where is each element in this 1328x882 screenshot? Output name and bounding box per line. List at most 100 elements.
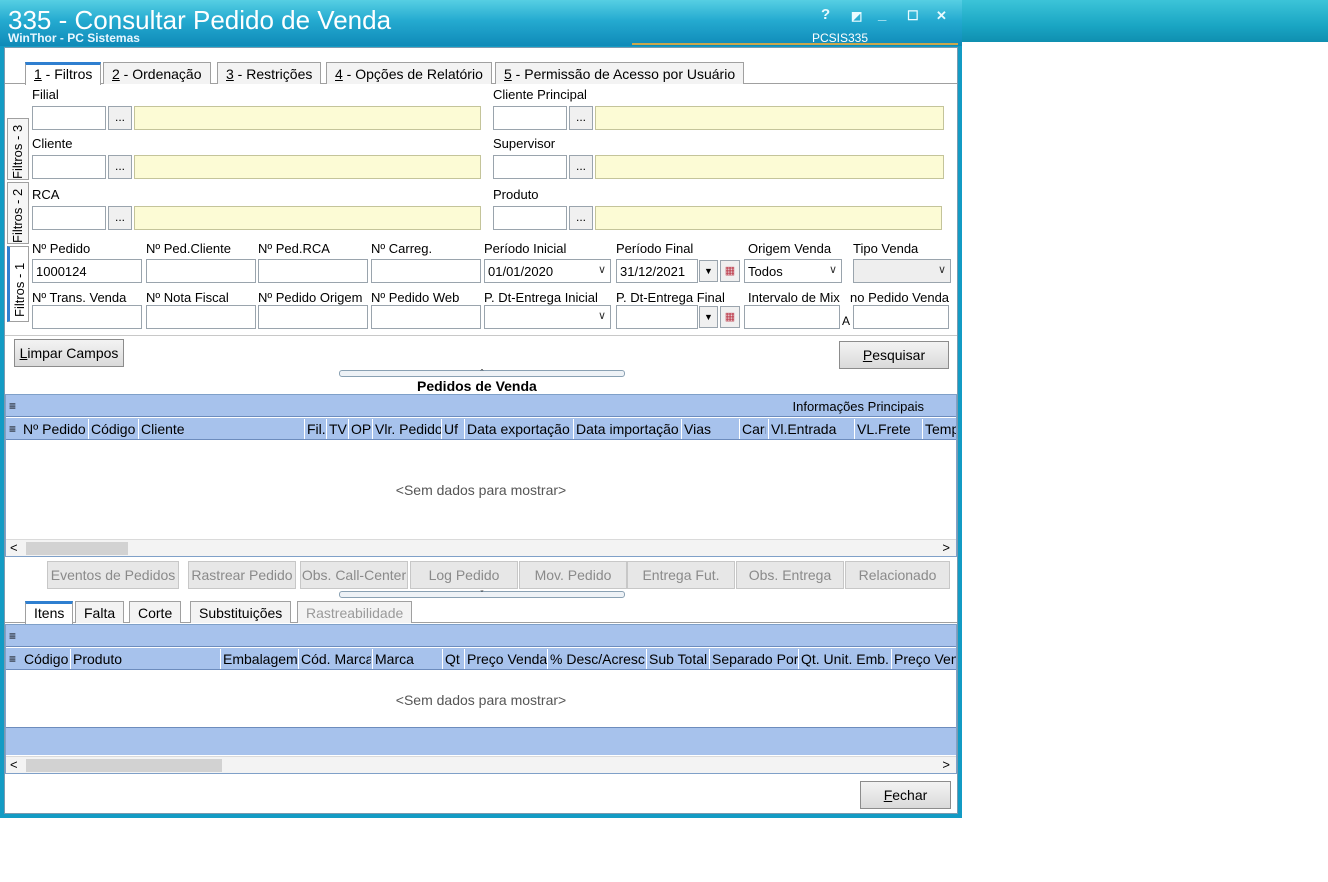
column-header[interactable]: Vlr. Pedido <box>375 421 441 437</box>
scroll-right-icon[interactable]: > <box>942 540 950 555</box>
minimize-icon[interactable]: _ <box>878 6 886 23</box>
produto-code-input[interactable] <box>493 206 567 230</box>
filial-lookup-button[interactable]: ... <box>108 106 132 130</box>
p-dt-entrega-final-input[interactable] <box>616 305 698 329</box>
log-pedido-button[interactable]: Log Pedido <box>410 561 518 589</box>
rca-lookup-button[interactable]: ... <box>108 206 132 230</box>
column-header[interactable]: Uf <box>444 421 464 437</box>
cliente-principal-lookup-button[interactable]: ... <box>569 106 593 130</box>
help-icon[interactable]: ? <box>821 6 830 23</box>
column-header[interactable]: Fil. <box>307 421 325 437</box>
num-nota-fiscal-input[interactable] <box>146 305 256 329</box>
column-header[interactable]: Vl.Entrada <box>771 421 853 437</box>
rastrear-pedido-button[interactable]: Rastrear Pedido <box>188 561 296 589</box>
column-header[interactable]: Cliente <box>141 421 301 437</box>
column-header[interactable]: Vias <box>684 421 738 437</box>
origem-venda-select[interactable]: Todos ∨ <box>744 259 842 283</box>
pedidos-horizontal-scrollbar[interactable]: < > <box>6 539 956 556</box>
produto-lookup-button[interactable]: ... <box>569 206 593 230</box>
column-header[interactable]: Qt <box>445 651 465 667</box>
mov-pedido-button[interactable]: Mov. Pedido <box>519 561 627 589</box>
tab-rastreabilidade[interactable]: Rastreabilidade <box>297 601 413 623</box>
num-ped-cliente-input[interactable] <box>146 259 256 283</box>
intervalo-mix-from-input[interactable] <box>744 305 840 329</box>
vtab-filtros-2[interactable]: Filtros - 2 <box>7 182 29 244</box>
tipo-venda-select[interactable]: ∨ <box>853 259 951 283</box>
tab-filtros[interactable]: 1 - Filtros <box>25 62 102 85</box>
column-header[interactable]: Temp <box>925 421 956 437</box>
menu-icon[interactable]: ≡ <box>9 399 16 413</box>
column-header[interactable]: Nº Pedido <box>23 421 87 437</box>
fechar-button[interactable]: Fechar <box>860 781 951 809</box>
column-header[interactable]: Produto <box>73 651 219 667</box>
scrollbar-thumb[interactable] <box>26 759 222 772</box>
num-ped-rca-input[interactable] <box>258 259 368 283</box>
column-header[interactable]: Preço Ven <box>894 651 956 667</box>
column-header[interactable]: Embalagem <box>223 651 297 667</box>
column-header[interactable]: VL.Frete <box>857 421 921 437</box>
column-header[interactable]: Código <box>91 421 137 437</box>
intervalo-mix-to-input[interactable] <box>853 305 949 329</box>
scrollbar-thumb[interactable] <box>26 542 128 555</box>
num-pedido-web-input[interactable] <box>371 305 481 329</box>
splitter-bottom[interactable]: ˇ <box>339 590 625 599</box>
num-pedido-origem-input[interactable] <box>258 305 368 329</box>
close-icon[interactable]: ✕ <box>936 8 947 24</box>
column-header[interactable]: Preço Venda <box>467 651 547 667</box>
column-header[interactable]: Carı <box>742 421 766 437</box>
column-chooser-icon[interactable]: ≡ <box>9 652 16 666</box>
num-pedido-input[interactable]: 1000124 <box>32 259 142 283</box>
vtab-filtros-3[interactable]: Filtros - 3 <box>7 118 29 180</box>
scroll-left-icon[interactable]: < <box>10 757 18 772</box>
column-header[interactable]: Marca <box>375 651 441 667</box>
rca-code-input[interactable] <box>32 206 106 230</box>
periodo-final-input[interactable]: 31/12/2021 <box>616 259 698 283</box>
column-header[interactable]: Data importação <box>576 421 680 437</box>
tab-permissao-acesso[interactable]: 5 - Permissão de Acesso por Usuário <box>495 62 745 84</box>
scroll-right-icon[interactable]: > <box>942 757 950 772</box>
filial-code-input[interactable] <box>32 106 106 130</box>
tab-restricoes[interactable]: 3 - Restrições <box>217 62 322 84</box>
vtab-filtros-1[interactable]: Filtros - 1 <box>7 246 29 322</box>
relacionado-button[interactable]: Relacionado <box>845 561 950 589</box>
column-header[interactable]: Data exportação <box>467 421 573 437</box>
obs-entrega-button[interactable]: Obs. Entrega <box>736 561 844 589</box>
tab-substituicoes[interactable]: Substituições <box>190 601 292 623</box>
column-header[interactable]: Cód. Marca <box>301 651 371 667</box>
periodo-final-dropdown-icon[interactable]: ▼ <box>699 260 718 282</box>
column-chooser-icon[interactable]: ≡ <box>9 422 16 436</box>
limpar-campos-button[interactable]: Limpar Campos <box>14 339 124 367</box>
column-header[interactable]: Qt. Unit. Emb. <box>801 651 891 667</box>
cliente-code-input[interactable] <box>32 155 106 179</box>
supervisor-code-input[interactable] <box>493 155 567 179</box>
num-carreg-input[interactable] <box>371 259 481 283</box>
tab-itens[interactable]: Itens <box>25 601 74 624</box>
column-header[interactable]: Sub Total <box>649 651 709 667</box>
p-dt-entrega-inicial-date-picker[interactable]: ∨ <box>484 305 611 329</box>
eventos-pedidos-button[interactable]: Eventos de Pedidos <box>47 561 179 589</box>
tab-falta[interactable]: Falta <box>75 601 125 623</box>
menu-icon[interactable]: ≡ <box>9 629 16 643</box>
column-header[interactable]: Código <box>24 651 70 667</box>
p-dt-entrega-final-dropdown-icon[interactable]: ▼ <box>699 306 718 328</box>
supervisor-lookup-button[interactable]: ... <box>569 155 593 179</box>
tab-opcoes-relatorio[interactable]: 4 - Opções de Relatório <box>326 62 492 84</box>
tab-corte[interactable]: Corte <box>129 601 182 623</box>
cliente-principal-code-input[interactable] <box>493 106 567 130</box>
splitter-top[interactable]: ˆ <box>339 369 625 378</box>
pesquisar-button[interactable]: Pesquisar <box>839 341 949 369</box>
column-header[interactable]: Separado Por <box>712 651 798 667</box>
cliente-lookup-button[interactable]: ... <box>108 155 132 179</box>
entrega-fut-button[interactable]: Entrega Fut. <box>627 561 735 589</box>
itens-horizontal-scrollbar[interactable]: < > <box>6 756 956 773</box>
num-trans-venda-input[interactable] <box>32 305 142 329</box>
maximize-icon[interactable]: ☐ <box>907 8 919 24</box>
restore-small-icon[interactable]: ◩ <box>851 9 862 23</box>
scroll-left-icon[interactable]: < <box>10 540 18 555</box>
periodo-inicial-date-picker[interactable]: 01/01/2020 ∨ <box>484 259 611 283</box>
periodo-final-calendar-icon[interactable]: ▦ <box>720 260 740 282</box>
column-header[interactable]: OP <box>351 421 371 437</box>
column-header[interactable]: TV <box>329 421 349 437</box>
column-header[interactable]: % Desc/Acresc <box>550 651 646 667</box>
p-dt-entrega-final-calendar-icon[interactable]: ▦ <box>720 306 740 328</box>
